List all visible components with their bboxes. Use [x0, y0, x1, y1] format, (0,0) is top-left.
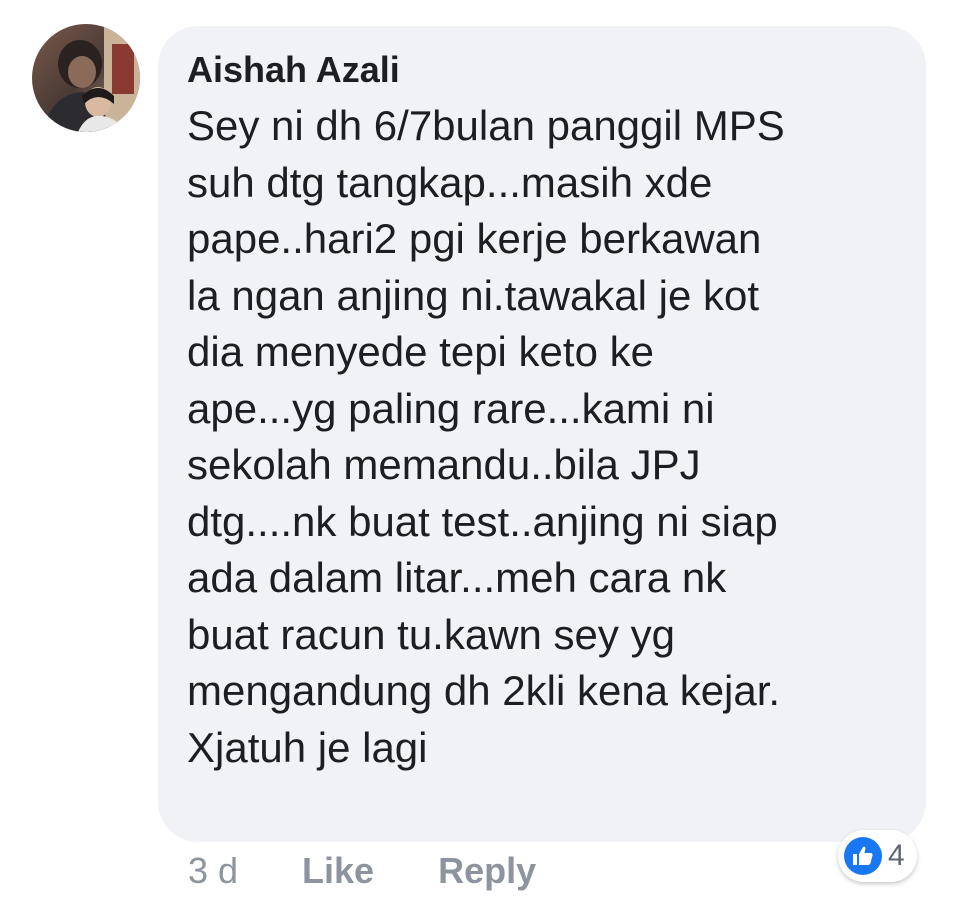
- comment-text-line: sekolah memandu..bila JPJ: [187, 441, 701, 488]
- avatar-photo: [32, 24, 140, 132]
- comment-author[interactable]: Aishah Azali: [187, 48, 896, 92]
- comment-text-line: buat racun tu.kawn sey yg: [187, 610, 675, 658]
- comment-text-line: ada dalam litar...meh cara nk: [187, 554, 727, 601]
- like-button[interactable]: Like: [302, 850, 374, 892]
- reply-button[interactable]: Reply: [438, 850, 536, 892]
- comment-actions: 3 d Like Reply: [188, 846, 536, 896]
- comment-text-line: dtg....nk buat test..anjing ni siap: [187, 497, 778, 545]
- comment-text-line: suh dtg tangkap...masih xde: [187, 158, 713, 206]
- comment-text-line: la ngan anjing ni.tawakal je kot: [187, 271, 760, 319]
- thumbs-up-icon: [844, 837, 882, 875]
- comment-text-line: pape..hari2 pgi kerje berkawan: [187, 215, 762, 262]
- comment-container: Aishah Azali Sey ni dh 6/7bulan panggil …: [0, 0, 960, 900]
- comment-text: Sey ni dh 6/7bulan panggil MPS suh dtg t…: [187, 98, 896, 776]
- comment-text-line: mengandung dh 2kli kena kejar.: [187, 667, 781, 714]
- comment-text-line: dia menyede tepi keto ke: [187, 328, 654, 375]
- comment-text-line: Sey ni dh 6/7bulan panggil MPS: [187, 102, 785, 149]
- comment-timestamp[interactable]: 3 d: [188, 850, 238, 892]
- avatar[interactable]: [32, 24, 140, 132]
- reaction-summary[interactable]: 4: [838, 830, 917, 882]
- reaction-count: 4: [888, 839, 905, 872]
- comment-text-line: Xjatuh je lagi: [187, 723, 428, 771]
- comment-text-line: ape...yg paling rare...kami ni: [187, 384, 715, 432]
- comment-bubble: Aishah Azali Sey ni dh 6/7bulan panggil …: [158, 26, 926, 842]
